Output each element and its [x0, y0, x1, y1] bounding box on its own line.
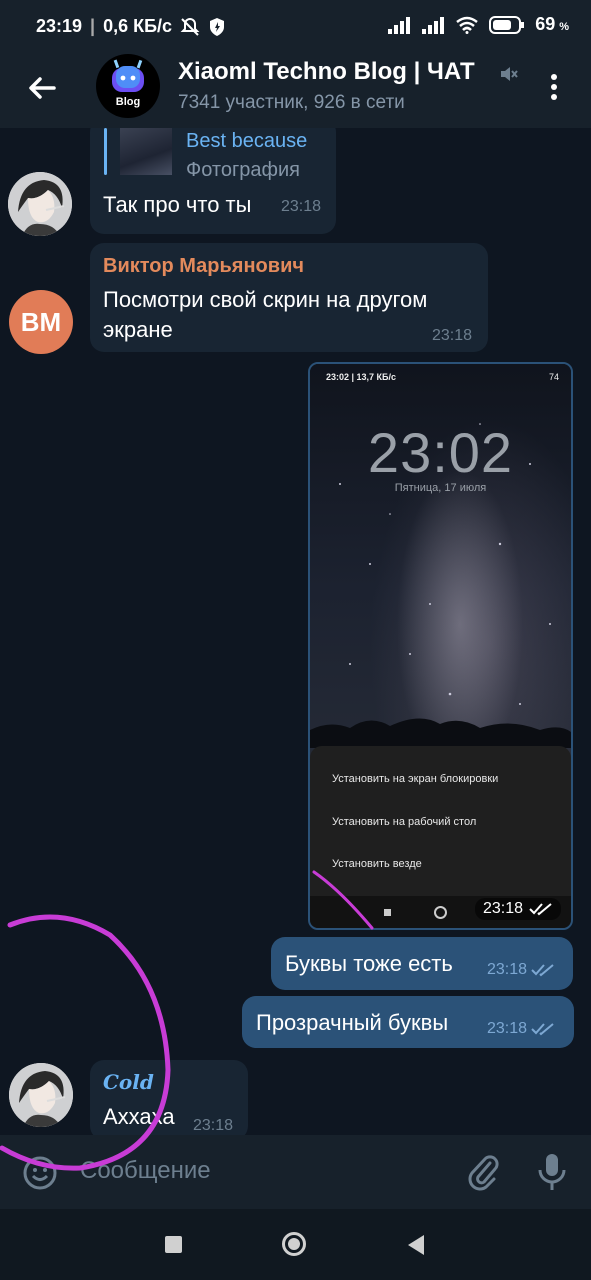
- message-list[interactable]: Best because Фотография Так про что ты 2…: [0, 128, 591, 1135]
- home-button[interactable]: [282, 1232, 306, 1256]
- wallpaper-sheet: Установить на экран блокировки Установит…: [310, 746, 571, 896]
- message-text: Аххаха: [103, 1104, 175, 1129]
- chat-avatar[interactable]: Blog: [96, 54, 160, 118]
- avatar-initials[interactable]: ВМ: [9, 290, 73, 354]
- message-time: 23:18: [487, 1020, 555, 1038]
- chat-title[interactable]: Xiaoml Techno Blog | ЧАТ: [178, 58, 475, 86]
- signal-icon: [388, 16, 411, 34]
- blog-logo-icon: [112, 59, 144, 92]
- sender-name[interactable]: Cold: [103, 1070, 154, 1094]
- message-text: Посмотри свой скрин на другом экране: [103, 287, 428, 342]
- status-bar: 23:19 | 0,6 КБ/с 69%: [0, 0, 591, 48]
- muted-icon: [501, 67, 518, 81]
- photo-time-badge: 23:18: [474, 898, 561, 920]
- avatar-label: Blog: [115, 96, 141, 108]
- read-check-icon: [531, 1023, 554, 1036]
- message-time: 23:18: [281, 198, 322, 215]
- message-bubble[interactable]: Виктор Марьянович Посмотри свой скрин на…: [90, 243, 488, 352]
- back-button[interactable]: [406, 1234, 426, 1256]
- message-text: Прозрачный буквы: [256, 1010, 449, 1035]
- shield-icon: [210, 17, 225, 36]
- message-time: 23:18: [487, 961, 555, 979]
- message-text: Так про что ты: [103, 192, 252, 217]
- wifi-icon: [456, 16, 478, 34]
- message-text: Буквы тоже есть: [285, 951, 453, 976]
- avatar-anime-icon: [8, 172, 72, 236]
- message-bubble[interactable]: Cold Аххаха 23:18: [90, 1060, 248, 1135]
- chat-header[interactable]: Blog Xiaoml Techno Blog | ЧАТ 7341 участ…: [0, 48, 591, 128]
- set-both-option[interactable]: Установить везде: [332, 858, 422, 870]
- battery-icon: [489, 15, 525, 34]
- status-time: 23:19: [36, 16, 83, 36]
- read-check-icon: [531, 964, 554, 977]
- message-bubble[interactable]: Буквы тоже есть 23:18: [271, 937, 573, 990]
- reply-thumbnail[interactable]: [120, 128, 172, 175]
- nav-square-icon: [384, 909, 391, 916]
- read-check-icon: [529, 903, 552, 916]
- reply-bar: [104, 128, 107, 175]
- more-menu-icon[interactable]: [543, 70, 565, 104]
- battery-level: 69%: [535, 14, 569, 34]
- sender-name[interactable]: Виктор Марьянович: [103, 255, 304, 278]
- nav-home-icon: [434, 906, 447, 919]
- avatar-anime-icon: [9, 1063, 73, 1127]
- chat-subtitle: 7341 участник, 926 в сети: [178, 92, 405, 113]
- reply-subtitle: Фотография: [186, 159, 300, 181]
- tree-silhouette: [310, 718, 571, 748]
- bell-off-icon: [180, 17, 200, 36]
- message-time: 23:18: [193, 1117, 234, 1134]
- emoji-icon[interactable]: [22, 1155, 58, 1191]
- network-speed: 0,6 КБ/с: [103, 16, 173, 36]
- lock-clock: 23:02: [367, 421, 514, 484]
- avatar[interactable]: [9, 1063, 73, 1127]
- message-time: 23:18: [432, 327, 473, 344]
- lock-date: Пятница, 17 июля: [394, 482, 487, 494]
- attach-icon[interactable]: [466, 1153, 500, 1191]
- avatar[interactable]: [8, 172, 72, 236]
- set-homescreen-option[interactable]: Установить на рабочий стол: [332, 816, 476, 828]
- system-nav-bar: [0, 1209, 591, 1280]
- phone-battery: 74: [548, 372, 559, 382]
- recents-button[interactable]: [165, 1236, 182, 1253]
- message-input[interactable]: Сообщение: [80, 1157, 211, 1185]
- reply-name: Best because: [186, 130, 308, 152]
- photo-message[interactable]: 23:02 | 13,7 КБ/с 74 23:02 Пятница, 17 и…: [308, 362, 573, 930]
- message-input-bar[interactable]: Сообщение: [0, 1135, 591, 1209]
- microphone-icon[interactable]: [537, 1152, 567, 1192]
- signal-icon-2: [422, 16, 445, 34]
- back-arrow-icon[interactable]: [24, 70, 60, 106]
- phone-status: 23:02 | 13,7 КБ/с: [326, 372, 397, 382]
- set-lockscreen-option[interactable]: Установить на экран блокировки: [332, 773, 498, 785]
- message-bubble[interactable]: Best because Фотография Так про что ты 2…: [90, 128, 336, 234]
- message-bubble[interactable]: Прозрачный буквы 23:18: [242, 996, 574, 1048]
